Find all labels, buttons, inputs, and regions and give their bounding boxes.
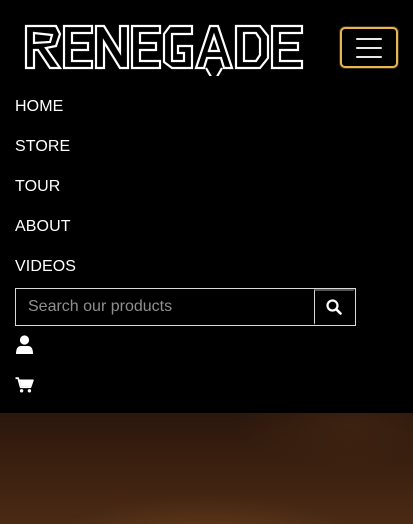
site-header xyxy=(0,0,413,96)
nav-item-videos[interactable]: VIDEOS xyxy=(15,252,398,292)
main-nav: HOME STORE TOUR ABOUT VIDEOS xyxy=(15,92,398,292)
account-link[interactable] xyxy=(15,335,34,355)
hamburger-icon-bar xyxy=(356,55,382,58)
nav-item-store[interactable]: STORE xyxy=(15,132,398,172)
user-icon xyxy=(16,335,33,354)
cart-link[interactable] xyxy=(15,377,34,393)
search-input[interactable] xyxy=(16,289,314,325)
hero-banner-image xyxy=(0,413,413,524)
nav-item-tour[interactable]: TOUR xyxy=(15,172,398,212)
logo-wordmark-icon xyxy=(24,24,304,76)
search-form xyxy=(15,288,356,326)
search-icon xyxy=(326,299,342,315)
nav-item-about[interactable]: ABOUT xyxy=(15,212,398,252)
hamburger-icon-bar xyxy=(356,46,382,49)
hamburger-icon-bar xyxy=(356,37,382,40)
menu-toggle-button[interactable] xyxy=(340,27,398,68)
nav-item-home[interactable]: HOME xyxy=(15,92,398,132)
search-button[interactable] xyxy=(314,289,355,325)
brand-logo[interactable] xyxy=(20,18,308,76)
cart-icon xyxy=(15,377,34,393)
